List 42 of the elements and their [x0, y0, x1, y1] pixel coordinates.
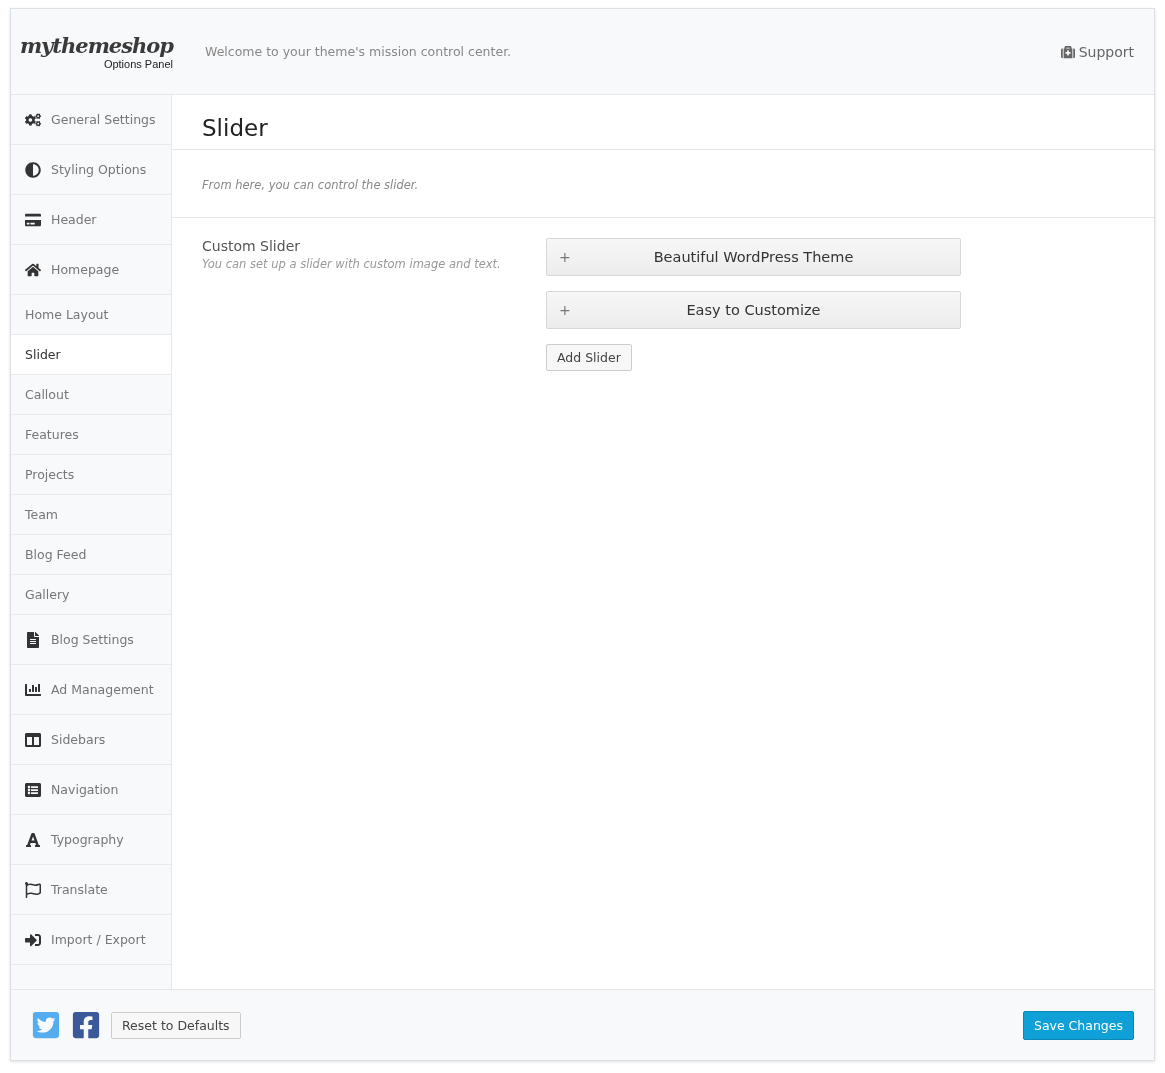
- reset-button[interactable]: Reset to Defaults: [111, 1011, 241, 1039]
- sidebar-item-label: Typography: [51, 832, 124, 847]
- facebook-icon[interactable]: [71, 1010, 101, 1040]
- sidebar-item-label: Translate: [51, 882, 108, 897]
- bar-chart-icon: [25, 681, 41, 698]
- option-hint: You can set up a slider with custom image and text.: [202, 257, 502, 271]
- medkit-icon: [1060, 44, 1075, 59]
- logo-text: mythemeshop: [19, 33, 173, 58]
- option-label: Custom Slider: [202, 238, 301, 254]
- sidebar-item-label: Import / Export: [51, 932, 146, 947]
- slide-accordion[interactable]: + Easy to Customize: [546, 291, 961, 329]
- gears-icon: [25, 111, 41, 128]
- flag-icon: [25, 881, 41, 898]
- logo-subtitle: Options Panel: [103, 58, 173, 70]
- save-button[interactable]: Save Changes: [1022, 1010, 1134, 1040]
- sidebar-item-label: Blog Settings: [51, 632, 134, 647]
- slide-title: Easy to Customize: [685, 302, 822, 318]
- slide-title: Beautiful WordPress Theme: [652, 249, 855, 265]
- list-icon: [25, 781, 41, 798]
- house-icon: [25, 261, 41, 278]
- contrast-icon: [25, 161, 41, 178]
- expand-toggle: +: [559, 249, 579, 265]
- letter-icon: [25, 831, 41, 848]
- sidebar-item-label: Styling Options: [51, 162, 147, 177]
- document-icon: [25, 631, 41, 648]
- add-slider-button[interactable]: Add Slider: [546, 344, 632, 371]
- support-link[interactable]: Support: [1060, 43, 1134, 60]
- page-title: Slider: [172, 95, 1154, 150]
- page-description: From here, you can control the slider.: [202, 178, 419, 192]
- sidebar-item-label: Sidebars: [51, 732, 106, 747]
- expand-toggle: +: [559, 302, 579, 318]
- sidebar-item-label: Navigation: [51, 782, 119, 797]
- sign-in-icon: [25, 931, 41, 948]
- columns-icon: [25, 731, 41, 748]
- slide-accordion[interactable]: + Beautiful WordPress Theme: [546, 238, 961, 276]
- sidebar-subitem[interactable]: Slider: [11, 335, 171, 375]
- sidebar-item-label: Ad Management: [51, 682, 154, 697]
- sidebar-item-label: General Settings: [51, 112, 156, 127]
- card-icon: [25, 211, 41, 228]
- sidebar-item-label: Header: [51, 212, 97, 227]
- sidebar-item-label: Homepage: [51, 262, 120, 277]
- tagline: Welcome to your theme's mission control center.: [205, 44, 513, 59]
